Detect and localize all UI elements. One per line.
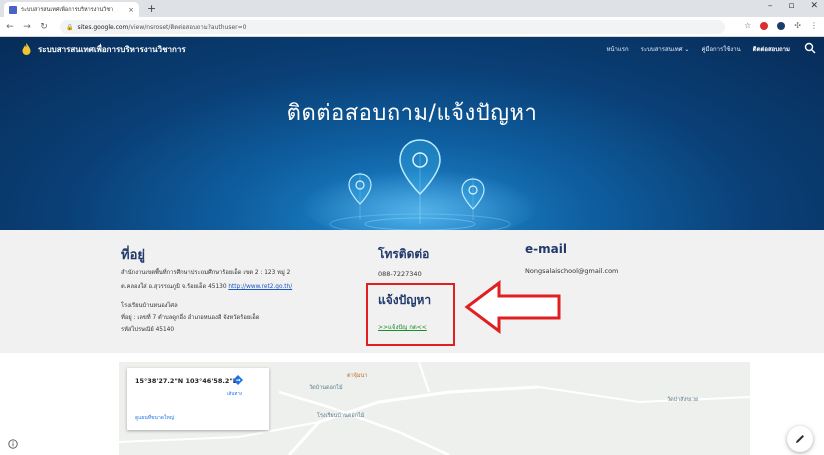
toolbar-extensions: ☆ ✣ ⋮ bbox=[744, 21, 818, 30]
minimize-icon[interactable]: – bbox=[768, 1, 773, 11]
tab-title: ระบบสารสนเทศเพื่อการบริหารงานวิชา bbox=[21, 6, 114, 13]
nav-item-contact[interactable]: ติดต่อสอบถาม bbox=[753, 44, 790, 54]
puzzle-extension-icon[interactable]: ✣ bbox=[794, 21, 801, 30]
location-pins-illustration bbox=[300, 139, 540, 230]
site-nav-menu: หน้าแรก ระบบสารสนเทศ ⌄ คู่มือการใช้งาน ต… bbox=[606, 44, 790, 54]
hero-title: ติดต่อสอบถาม/แจ้งปัญหา bbox=[286, 101, 538, 126]
nav-item-home[interactable]: หน้าแรก bbox=[606, 44, 628, 54]
site-header: ระบบสารสนเทศเพื่อการบริหารงานวิชาการ หน้… bbox=[0, 37, 824, 230]
address-bar[interactable]: 🔒 sites.google.com /view/nsroset/ติดต่อส… bbox=[60, 20, 725, 34]
flame-logo-icon[interactable] bbox=[22, 43, 31, 55]
map-info-card: 15°38'27.2"N 103°46'58.2"E เส้นทาง ดูแผน… bbox=[127, 368, 269, 430]
browser-toolbar: ← → ↻ 🔒 sites.google.com /view/nsroset/ต… bbox=[0, 17, 824, 37]
map-place-label[interactable]: วัดบ้านดอกไม้ bbox=[309, 384, 343, 392]
map-place-label[interactable]: โรงเรียนบ้านดอกไม้ bbox=[317, 412, 364, 420]
coordinates: 15°38'27.2"N 103°46'58.2"E bbox=[135, 377, 238, 385]
menu-kebab-icon[interactable]: ⋮ bbox=[810, 21, 818, 30]
search-icon[interactable] bbox=[804, 42, 816, 54]
lock-icon: 🔒 bbox=[66, 23, 74, 31]
email-heading: e-mail bbox=[525, 242, 567, 256]
nav-item-manual[interactable]: คู่มือการใช้งาน bbox=[701, 44, 740, 54]
school-address: ที่อยู่ : เลขที่ 7 ตำบลดูกอึ่ง อำเภอหนอง… bbox=[121, 315, 260, 321]
window-controls: – ▫ ✕ bbox=[768, 1, 818, 11]
map-place-label[interactable]: วัดป่าสังขเวย bbox=[667, 396, 698, 404]
close-window-icon[interactable]: ✕ bbox=[810, 1, 818, 11]
url-host: sites.google.com bbox=[77, 23, 129, 31]
contact-section: ที่อยู่ สำนักงานเขตพื้นที่การศึกษาประถมศ… bbox=[0, 230, 824, 353]
email-address: Nongsalaischool@gmail.com bbox=[525, 267, 619, 275]
nav-item-info-systems[interactable]: ระบบสารสนเทศ ⌄ bbox=[641, 44, 690, 54]
directions-icon[interactable] bbox=[232, 374, 244, 386]
reload-icon[interactable]: ↻ bbox=[37, 22, 51, 32]
area-office-link[interactable]: http://www.ret2.go.th/ bbox=[228, 284, 292, 290]
browser-tab-bar: ระบบสารสนเทศเพื่อการบริหารงานวิชา × + – … bbox=[0, 0, 824, 17]
maximize-icon[interactable]: ▫ bbox=[788, 1, 794, 11]
new-tab-button[interactable]: + bbox=[147, 2, 156, 15]
site-favicon-icon bbox=[9, 5, 17, 14]
report-problem-heading: แจ้งปัญหา bbox=[378, 293, 432, 307]
embedded-map[interactable]: 15°38'27.2"N 103°46'58.2"E เส้นทาง ดูแผน… bbox=[119, 362, 750, 455]
site-nav-bar: ระบบสารสนเทศเพื่อการบริหารงานวิชาการ หน้… bbox=[0, 37, 824, 61]
address-line: สำนักงานเขตพื้นที่การศึกษาประถมศึกษาร้อย… bbox=[121, 270, 291, 276]
view-larger-map-link[interactable]: ดูแผนที่ขนาดใหญ่ bbox=[135, 414, 174, 422]
left-arrow-annotation-icon bbox=[464, 280, 561, 334]
browser-tab[interactable]: ระบบสารสนเทศเพื่อการบริหารงานวิชา × bbox=[4, 2, 139, 17]
pencil-icon bbox=[796, 435, 804, 443]
bookmark-star-icon[interactable]: ☆ bbox=[744, 21, 751, 30]
address-heading: ที่อยู่ bbox=[121, 248, 145, 263]
edit-pencil-button[interactable] bbox=[787, 426, 813, 452]
school-postcode: รหัสไปรษณีย์ 45140 bbox=[121, 327, 175, 333]
directions-label[interactable]: เส้นทาง bbox=[227, 390, 242, 397]
info-icon[interactable] bbox=[8, 439, 18, 449]
map-place-label[interactable]: ตาจุ้มนา bbox=[347, 372, 367, 380]
app-root: ระบบสารสนเทศเพื่อการบริหารงานวิชา × + – … bbox=[0, 0, 824, 455]
school-name: โรงเรียนบ้านหนองไศล bbox=[121, 303, 178, 309]
site-title[interactable]: ระบบสารสนเทศเพื่อการบริหารงานวิชาการ bbox=[38, 43, 186, 56]
forward-arrow-icon[interactable]: → bbox=[20, 22, 34, 32]
phone-heading: โทรติดต่อ bbox=[378, 247, 430, 261]
map-section: 15°38'27.2"N 103°46'58.2"E เส้นทาง ดูแผน… bbox=[0, 353, 824, 455]
address-line: ต.คลองใส่ อ.สุวรรณภูมิ จ.ร้อยเอ็ด 45130 … bbox=[121, 281, 292, 291]
opera-extension-icon[interactable] bbox=[760, 21, 769, 30]
phone-number: 088-7227340 bbox=[378, 270, 422, 278]
tab-close-icon[interactable]: × bbox=[128, 6, 134, 14]
address-line-text: ต.คลองใส่ อ.สุวรรณภูมิ จ.ร้อยเอ็ด 45130 bbox=[121, 284, 227, 290]
extension-icon[interactable] bbox=[777, 21, 786, 30]
url-path: /view/nsroset/ติดต่อสอบถาม?authuser=0 bbox=[128, 24, 247, 31]
report-problem-link[interactable]: >>แจ้งปัญ กด<< bbox=[378, 322, 427, 332]
back-arrow-icon[interactable]: ← bbox=[3, 22, 17, 32]
